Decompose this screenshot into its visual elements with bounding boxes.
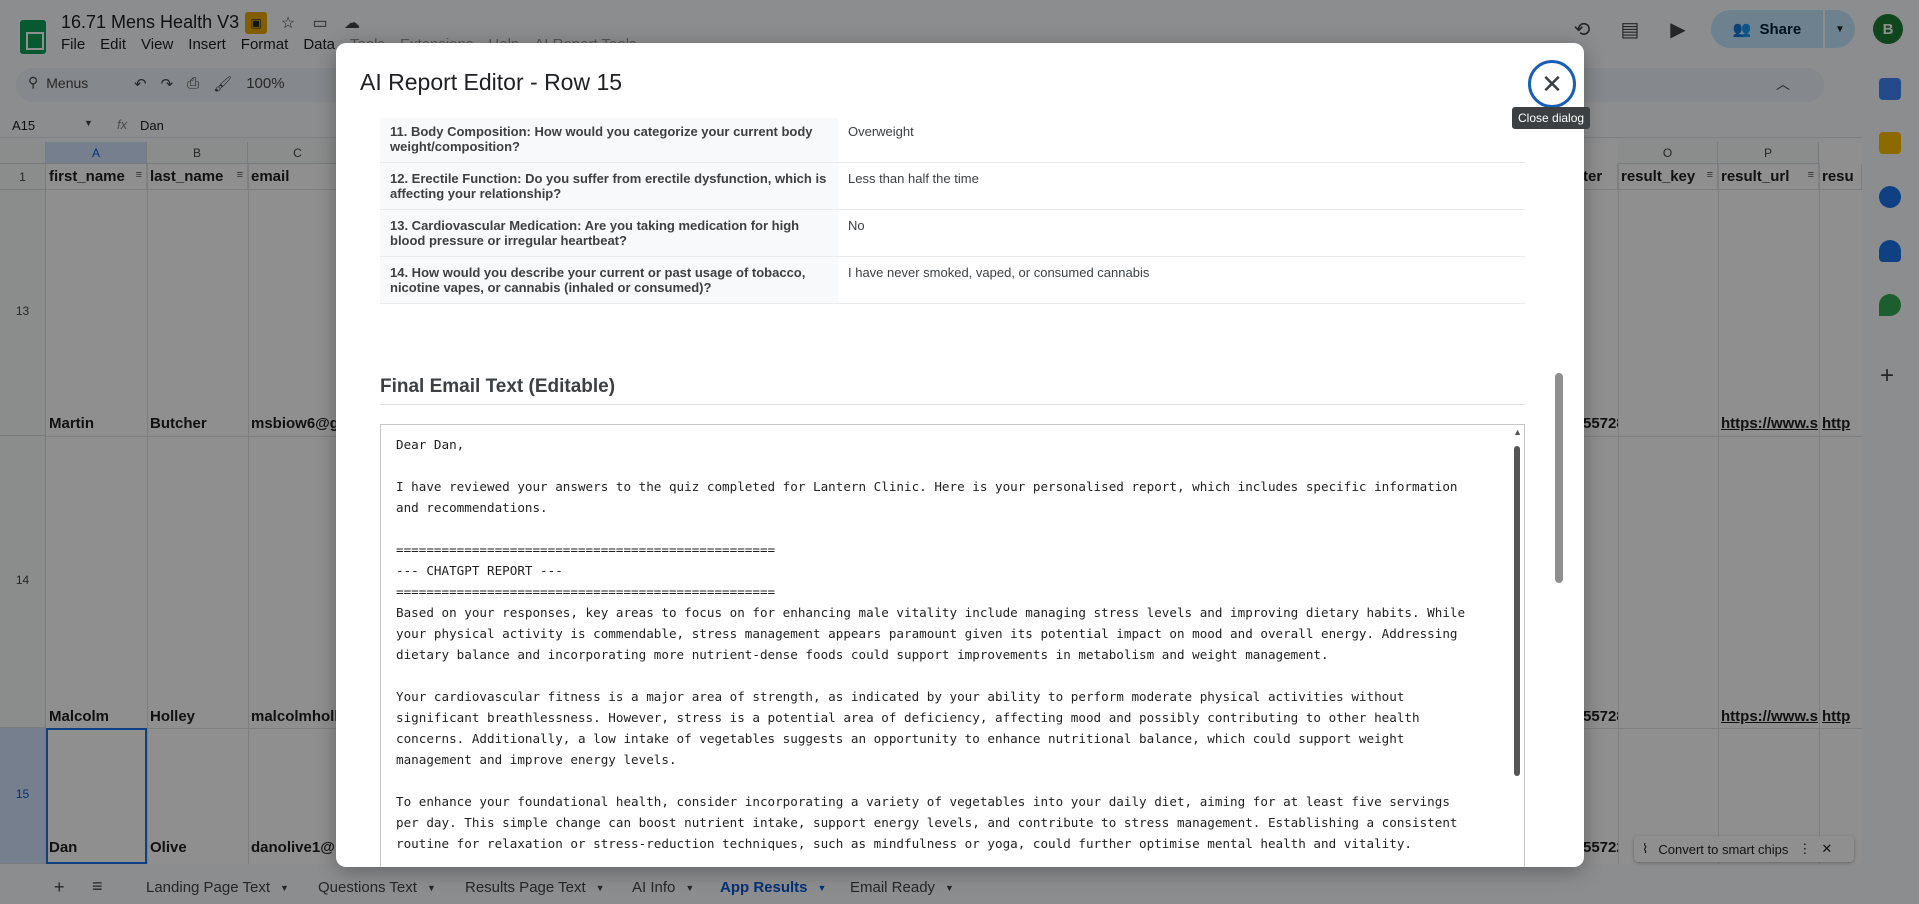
answer-cell: Overweight: [848, 124, 914, 139]
heading-divider: [380, 404, 1525, 405]
email-text[interactable]: Dear Dan, I have reviewed your answers t…: [396, 434, 1501, 867]
dialog-title: AI Report Editor - Row 15: [360, 69, 623, 95]
close-dialog-button[interactable]: ✕: [1528, 60, 1576, 108]
question-cell: 11. Body Composition: How would you cate…: [380, 118, 838, 162]
close-icon: ✕: [1541, 68, 1563, 99]
scroll-up-icon[interactable]: ▲: [1513, 427, 1522, 437]
ai-report-editor-dialog: AI Report Editor - Row 15 ✕ 11. Body Com…: [336, 43, 1584, 867]
answer-cell: Less than half the time: [848, 171, 979, 186]
dialog-scroll-thumb[interactable]: [1555, 373, 1563, 583]
close-tooltip: Close dialog: [1512, 107, 1591, 129]
textarea-scroll-thumb[interactable]: [1514, 446, 1520, 776]
question-cell: 14. How would you describe your current …: [380, 257, 838, 303]
question-cell: 12. Erectile Function: Do you suffer fro…: [380, 163, 838, 209]
answer-row: 13. Cardiovascular Medication: Are you t…: [380, 210, 1525, 257]
answer-row: 11. Body Composition: How would you cate…: [380, 118, 1525, 163]
answer-cell: I have never smoked, vaped, or consumed …: [848, 265, 1150, 280]
answer-row: 14. How would you describe your current …: [380, 257, 1525, 304]
dialog-scrollbar[interactable]: [1552, 118, 1566, 867]
question-cell: 13. Cardiovascular Medication: Are you t…: [380, 210, 838, 256]
email-textarea[interactable]: Dear Dan, I have reviewed your answers t…: [380, 424, 1525, 867]
final-email-heading: Final Email Text (Editable): [380, 376, 616, 397]
answer-cell: No: [848, 218, 865, 233]
textarea-scrollbar[interactable]: ▲ ▼: [1510, 425, 1524, 867]
answer-row: 12. Erectile Function: Do you suffer fro…: [380, 163, 1525, 210]
dialog-body[interactable]: 11. Body Composition: How would you cate…: [336, 118, 1546, 867]
